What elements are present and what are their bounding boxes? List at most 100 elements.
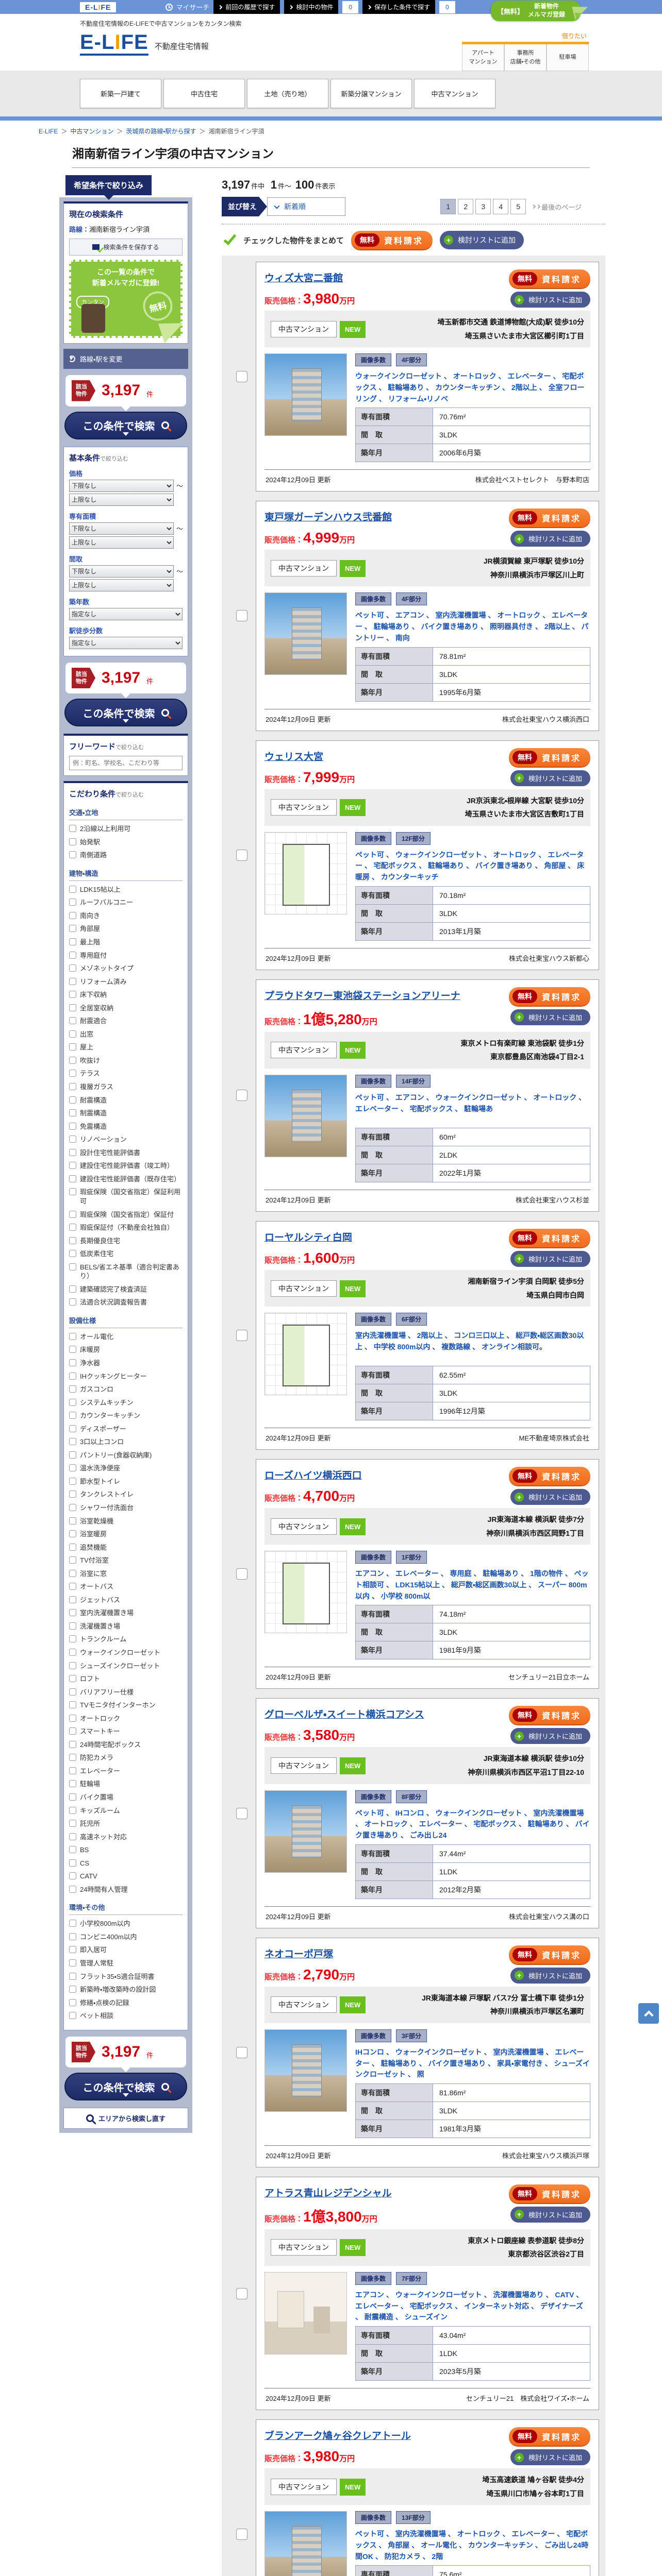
filter-checkbox-item[interactable]: 免震構造	[69, 1122, 183, 1131]
checkbox-icon[interactable]	[69, 1210, 76, 1218]
change-line-station-button[interactable]: 路線・駅を変更	[63, 349, 188, 369]
add-to-list-button[interactable]: + 検討リストに追加	[510, 770, 590, 786]
listing-checkbox[interactable]	[236, 371, 247, 383]
checkbox-icon[interactable]	[69, 1109, 76, 1117]
topbar-button[interactable]: 保存した条件で探す	[362, 0, 436, 14]
checkbox-icon[interactable]	[69, 1754, 76, 1761]
filter-checkbox-item[interactable]: 吹抜け	[69, 1056, 183, 1065]
breadcrumb-link[interactable]: 茨城県の路線・駅から探す	[126, 128, 196, 135]
request-docs-button[interactable]: 無料 資料請求	[508, 2427, 590, 2446]
listing-checkbox[interactable]	[236, 2046, 247, 2058]
filter-checkbox-item[interactable]: スマートキー	[69, 1727, 183, 1736]
filter-checkbox-item[interactable]: 南側道路	[69, 851, 183, 860]
filter-checkbox-item[interactable]: オートロック	[69, 1714, 183, 1723]
checkbox-icon[interactable]	[69, 1675, 76, 1683]
page-button[interactable]: 2	[458, 199, 474, 214]
checkbox-icon[interactable]	[69, 1503, 76, 1511]
listing-checkbox[interactable]	[236, 1330, 247, 1342]
topbar-button[interactable]: 前回の履歴で探す	[213, 0, 280, 14]
checkbox-icon[interactable]	[69, 1517, 76, 1524]
nav-tab[interactable]: 新築一戸建て	[80, 79, 161, 108]
filter-checkbox-item[interactable]: 3口以上コンロ	[69, 1437, 183, 1447]
filter-select[interactable]: 下限なし	[69, 565, 174, 578]
filter-checkbox-item[interactable]: 床暖房	[69, 1345, 183, 1354]
filter-checkbox-item[interactable]: CATV	[69, 1872, 183, 1881]
filter-checkbox-item[interactable]: 耐震適合	[69, 1016, 183, 1026]
filter-checkbox-item[interactable]: ペット相談	[69, 2011, 183, 2021]
request-docs-button[interactable]: 無料 資料請求	[508, 1228, 590, 1247]
checkbox-icon[interactable]	[69, 1569, 76, 1577]
add-to-list-button[interactable]: + 検討リストに追加	[510, 1250, 590, 1267]
filter-checkbox-item[interactable]: 複層ガラス	[69, 1082, 183, 1092]
checkbox-icon[interactable]	[69, 1780, 76, 1788]
filter-checkbox-item[interactable]: BS	[69, 1845, 183, 1855]
filter-checkbox-item[interactable]: 建設住宅性能評価書（既存住宅）	[69, 1175, 183, 1184]
filter-checkbox-item[interactable]: コンビニ400m以内	[69, 1933, 183, 1942]
filter-checkbox-item[interactable]: 浄水器	[69, 1359, 183, 1368]
filter-checkbox-item[interactable]: 建設住宅性能評価書（竣工時）	[69, 1161, 183, 1171]
checkbox-icon[interactable]	[69, 1727, 76, 1735]
filter-checkbox-item[interactable]: 節水型トイレ	[69, 1477, 183, 1486]
listing-title-link[interactable]: ローヤルシティ白岡	[264, 1230, 352, 1244]
filter-checkbox-item[interactable]: エレベーター	[69, 1767, 183, 1776]
checkbox-icon[interactable]	[69, 1946, 76, 1954]
request-docs-button[interactable]: 無料 資料請求	[508, 1945, 590, 1964]
checkbox-icon[interactable]	[69, 1136, 76, 1143]
checkbox-icon[interactable]	[69, 1298, 76, 1306]
checkbox-icon[interactable]	[69, 1464, 76, 1472]
request-docs-button[interactable]: 無料 資料請求	[508, 269, 590, 288]
filter-select[interactable]: 下限なし	[69, 479, 174, 492]
filter-checkbox-item[interactable]: 小学校800m以内	[69, 1919, 183, 1928]
checkbox-icon[interactable]	[69, 1833, 76, 1840]
checkbox-icon[interactable]	[69, 1596, 76, 1603]
filter-checkbox-item[interactable]: 浴室乾燥機	[69, 1517, 183, 1526]
listing-title-link[interactable]: アトラス青山レジデンシャル	[264, 2185, 392, 2199]
request-docs-button[interactable]: 無料 資料請求	[508, 987, 590, 1006]
checkbox-icon[interactable]	[69, 1224, 76, 1231]
filter-select[interactable]: 上限なし	[69, 579, 174, 591]
filter-checkbox-item[interactable]: LDK15帖以上	[69, 885, 183, 894]
sort-select[interactable]: 新着順	[267, 197, 345, 216]
listing-checkbox[interactable]	[236, 1090, 247, 1101]
request-docs-button[interactable]: 無料 資料請求	[508, 748, 590, 767]
filter-checkbox-item[interactable]: 駐輪場	[69, 1780, 183, 1789]
filter-checkbox-item[interactable]: IHクッキングヒーター	[69, 1372, 183, 1381]
checkbox-icon[interactable]	[69, 1793, 76, 1801]
checkbox-icon[interactable]	[69, 1162, 76, 1170]
filter-select[interactable]: 下限なし	[69, 522, 174, 535]
mailmag-badge[interactable]: 【無料】 新着物件 メルマガ登録	[491, 1, 590, 21]
checkbox-icon[interactable]	[69, 1662, 76, 1669]
search-with-conditions-button[interactable]: この条件で検索	[64, 2073, 187, 2101]
filter-checkbox-item[interactable]: 低炭素住宅	[69, 1249, 183, 1259]
checkbox-icon[interactable]	[69, 1438, 76, 1446]
property-thumbnail[interactable]	[264, 1074, 347, 1157]
filter-checkbox-item[interactable]: 浴室に窓	[69, 1569, 183, 1579]
search-with-conditions-button[interactable]: この条件で検索	[64, 411, 187, 439]
add-to-list-button[interactable]: + 検討リストに追加	[510, 1009, 590, 1025]
checkbox-icon[interactable]	[69, 1609, 76, 1617]
filter-checkbox-item[interactable]: 専用庭付	[69, 951, 183, 960]
filter-select[interactable]: 上限なし	[69, 493, 174, 506]
mailmag-banner[interactable]: この一覧の条件で 新着メルマガに登録! カンタン 無料	[69, 260, 188, 344]
filter-checkbox-item[interactable]: 長期優良住宅	[69, 1236, 183, 1246]
filter-checkbox-item[interactable]: 制震構造	[69, 1109, 183, 1118]
checkbox-icon[interactable]	[69, 1649, 76, 1656]
listing-checkbox[interactable]	[236, 849, 247, 861]
add-to-list-button[interactable]: + 検討リストに追加	[510, 531, 590, 547]
filter-checkbox-item[interactable]: バリアフリー仕様	[69, 1688, 183, 1697]
filter-select[interactable]: 指定なし	[69, 636, 183, 649]
filter-checkbox-item[interactable]: ウォークインクローゼット	[69, 1648, 183, 1657]
filter-checkbox-item[interactable]: 南向き	[69, 911, 183, 921]
filter-checkbox-item[interactable]: システムキッチン	[69, 1398, 183, 1408]
checkbox-icon[interactable]	[69, 1959, 76, 1967]
filter-checkbox-item[interactable]: BELS/省エネ基準（適合判定書あり）	[69, 1263, 183, 1281]
filter-checkbox-item[interactable]: 耐震構造	[69, 1096, 183, 1105]
filter-checkbox-item[interactable]: テラス	[69, 1069, 183, 1078]
filter-checkbox-item[interactable]: 瑕疵保証付（不動産会社独自）	[69, 1223, 183, 1232]
elife-mini-logo[interactable]: E-LIFE	[80, 2, 117, 12]
checkbox-icon[interactable]	[69, 1859, 76, 1867]
filter-checkbox-item[interactable]: シャワー付洗面台	[69, 1503, 183, 1513]
request-docs-button[interactable]: 無料 資料請求	[508, 2184, 590, 2203]
last-page-link[interactable]: 最後のページ	[532, 202, 582, 212]
checkbox-icon[interactable]	[69, 1583, 76, 1590]
